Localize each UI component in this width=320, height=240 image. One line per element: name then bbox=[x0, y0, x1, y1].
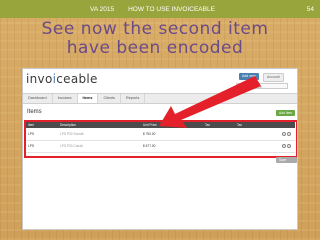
edit-icon[interactable] bbox=[282, 132, 286, 136]
topic-label: HOW TO USE INVOICEABLE bbox=[128, 5, 215, 13]
column-header-item: Item bbox=[28, 123, 35, 127]
headline-line-1: See now the second item bbox=[41, 19, 269, 39]
course-label: VA 2015 bbox=[90, 5, 115, 13]
tab-reports[interactable]: Reports bbox=[121, 94, 146, 103]
table-row[interactable]: LPS LPS P30 Cobalt $ 677.00 bbox=[25, 141, 295, 153]
save-items-button[interactable]: Save Items bbox=[276, 157, 297, 168]
tab-items[interactable]: Items bbox=[77, 94, 99, 103]
price-cell: $ 750.00 bbox=[143, 132, 156, 136]
add-item-button[interactable]: Add Item bbox=[276, 110, 296, 116]
slide-headline: See now the second item have been encode… bbox=[0, 20, 310, 58]
red-arrow-icon bbox=[159, 76, 261, 128]
page-title: Items bbox=[27, 109, 42, 115]
price-cell: $ 677.00 bbox=[143, 144, 156, 148]
delete-icon[interactable] bbox=[287, 144, 291, 148]
column-header-description: Description bbox=[60, 123, 76, 127]
headline-line-2: have been encoded bbox=[66, 38, 244, 58]
item-cell: LPS bbox=[28, 132, 35, 136]
row-actions bbox=[282, 132, 291, 136]
edit-icon[interactable] bbox=[282, 144, 286, 148]
tab-clients[interactable]: Clients bbox=[98, 94, 122, 103]
tab-invoices[interactable]: Invoices bbox=[53, 94, 78, 103]
page-number: 54 bbox=[306, 5, 314, 13]
description-cell: LPS P30 Cobalt bbox=[60, 144, 83, 148]
account-button[interactable]: Account bbox=[263, 73, 284, 82]
item-cell: LPS bbox=[28, 144, 35, 148]
tab-dashboard[interactable]: Dashboard bbox=[23, 94, 53, 103]
row-actions bbox=[282, 144, 291, 148]
description-cell: LPS P30 Sunsilk bbox=[60, 132, 84, 136]
slide-header-bar: VA 2015 HOW TO USE INVOICEABLE 54 bbox=[0, 0, 320, 18]
invoiceable-logo[interactable]: invoiceable bbox=[26, 72, 98, 86]
delete-icon[interactable] bbox=[287, 132, 291, 136]
